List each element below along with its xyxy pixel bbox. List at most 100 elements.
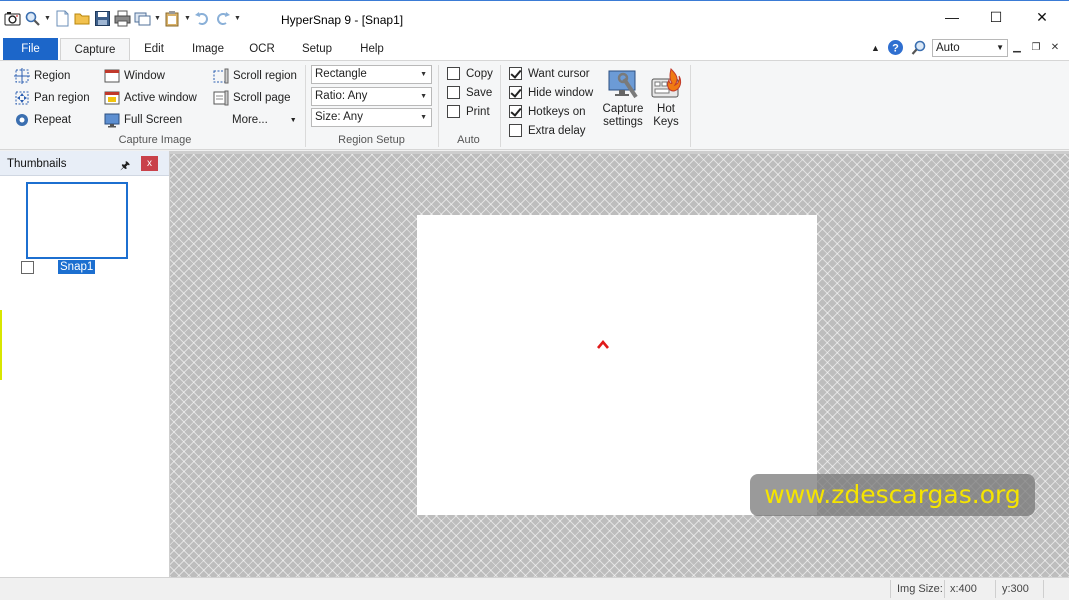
auto-print-checkbox[interactable]: Print bbox=[447, 105, 490, 118]
capture-settings-button[interactable]: Capture settings bbox=[600, 67, 646, 129]
quick-access-toolbar: ▼ ▼ ▼ ▼ bbox=[4, 10, 241, 27]
status-separator bbox=[1043, 580, 1044, 598]
tab-file[interactable]: File bbox=[3, 38, 58, 60]
thumbnail-checkbox[interactable] bbox=[21, 261, 34, 274]
save-icon[interactable] bbox=[94, 10, 111, 27]
region-shape-select[interactable]: Rectangle ▼ bbox=[311, 65, 432, 84]
image-canvas[interactable]: www.zdescargas.org bbox=[170, 151, 1069, 577]
mdi-minimize-icon[interactable]: ▁ bbox=[1010, 41, 1024, 55]
thumbnails-title: Thumbnails bbox=[7, 158, 67, 170]
hotkeys-on-checkbox[interactable]: Hotkeys on bbox=[509, 105, 586, 118]
hide-window-checkbox[interactable]: Hide window bbox=[509, 86, 593, 99]
thumbnail-snap1[interactable] bbox=[26, 182, 128, 259]
repeat-icon bbox=[14, 112, 30, 128]
monitor-icon bbox=[104, 112, 120, 128]
mdi-close-icon[interactable]: ✕ bbox=[1048, 41, 1062, 55]
status-separator bbox=[944, 580, 945, 598]
hot-keys-icon bbox=[649, 67, 683, 101]
hypersnap-camera-icon[interactable] bbox=[4, 10, 21, 27]
extra-delay-box bbox=[509, 124, 522, 137]
status-width: x:400 bbox=[950, 583, 977, 595]
region-ratio-select[interactable]: Ratio: Any ▼ bbox=[311, 87, 432, 106]
active-window-button[interactable]: Active window bbox=[104, 88, 197, 108]
tab-edit[interactable]: Edit bbox=[132, 38, 176, 60]
hotkeys-on-box bbox=[509, 105, 522, 118]
title-bar: ▼ ▼ ▼ ▼ HyperSnap 9 - [Snap1] — ☐ ✕ bbox=[0, 0, 1069, 38]
zoom-select[interactable]: Auto ▼ bbox=[932, 39, 1008, 57]
chevron-down-icon: ▼ bbox=[420, 71, 427, 78]
chevron-down-icon[interactable]: ▼ bbox=[154, 15, 161, 22]
status-separator bbox=[995, 580, 996, 598]
status-separator bbox=[890, 580, 891, 598]
copy-multiple-icon[interactable] bbox=[134, 10, 151, 27]
snapshot-image[interactable] bbox=[417, 215, 817, 515]
magnifier-icon[interactable] bbox=[24, 10, 41, 27]
chevron-down-icon: ▼ bbox=[420, 93, 427, 100]
status-height: y:300 bbox=[1002, 583, 1029, 595]
tab-setup[interactable]: Setup bbox=[294, 38, 340, 60]
chevron-down-icon: ▼ bbox=[996, 43, 1004, 52]
redo-icon[interactable] bbox=[214, 10, 231, 27]
extra-delay-checkbox[interactable]: Extra delay bbox=[509, 124, 586, 137]
cursor-caret-icon bbox=[597, 339, 609, 349]
auto-save-checkbox[interactable]: Save bbox=[447, 86, 492, 99]
full-screen-button[interactable]: Full Screen bbox=[104, 110, 182, 130]
help-icon[interactable]: ? bbox=[887, 39, 904, 59]
tab-capture[interactable]: Capture bbox=[60, 38, 130, 61]
pan-region-button[interactable]: Pan region bbox=[14, 88, 90, 108]
scroll-region-icon bbox=[213, 68, 229, 84]
tab-image[interactable]: Image bbox=[184, 38, 232, 60]
capture-settings-icon bbox=[606, 67, 640, 101]
open-folder-icon[interactable] bbox=[74, 10, 91, 27]
pan-region-icon bbox=[14, 90, 30, 106]
tab-help[interactable]: Help bbox=[350, 38, 394, 60]
group-separator bbox=[438, 65, 439, 147]
want-cursor-checkbox[interactable]: Want cursor bbox=[509, 67, 590, 80]
customize-toolbar-icon[interactable]: ▼ bbox=[234, 15, 241, 22]
tab-ocr[interactable]: OCR bbox=[240, 38, 284, 60]
maximize-button[interactable]: ☐ bbox=[973, 1, 1019, 33]
ribbon-capture: Region Pan region Repeat Window Active w… bbox=[0, 60, 1069, 150]
zoom-magnifier-icon[interactable] bbox=[911, 39, 928, 59]
scroll-region-button[interactable]: Scroll region bbox=[213, 66, 297, 86]
region-button[interactable]: Region bbox=[14, 66, 70, 86]
chevron-down-icon: ▼ bbox=[420, 114, 427, 121]
scroll-page-button[interactable]: Scroll page bbox=[213, 88, 291, 108]
scroll-page-icon bbox=[213, 90, 229, 106]
window-title: HyperSnap 9 - [Snap1] bbox=[281, 13, 404, 27]
more-capture-button[interactable]: More... ▼ bbox=[232, 110, 297, 130]
hot-keys-button[interactable]: Hot Keys bbox=[648, 67, 684, 129]
window-icon bbox=[104, 68, 120, 84]
minimize-button[interactable]: — bbox=[929, 1, 975, 33]
group-separator bbox=[305, 65, 306, 147]
thumbnail-label[interactable]: Snap1 bbox=[58, 260, 96, 274]
pin-icon[interactable]: 🖈 bbox=[120, 157, 130, 176]
region-size-select[interactable]: Size: Any ▼ bbox=[311, 108, 432, 127]
clipboard-icon[interactable] bbox=[164, 10, 181, 27]
hide-window-box bbox=[509, 86, 522, 99]
group-label-capture-image: Capture Image bbox=[118, 134, 192, 146]
group-label-region-setup: Region Setup bbox=[338, 134, 405, 146]
group-separator bbox=[500, 65, 501, 147]
chevron-down-icon[interactable]: ▼ bbox=[44, 15, 51, 22]
region-icon bbox=[14, 68, 30, 84]
close-pane-button[interactable]: x bbox=[141, 156, 158, 171]
collapse-ribbon-icon[interactable]: ▲ bbox=[871, 43, 880, 53]
active-window-icon bbox=[104, 90, 120, 106]
status-img-size-label: Img Size: bbox=[897, 583, 943, 595]
print-icon[interactable] bbox=[114, 10, 131, 27]
thumbnails-pane: Thumbnails 🖈 x Snap1 bbox=[0, 151, 170, 577]
auto-copy-box bbox=[447, 67, 460, 80]
zoom-value: Auto bbox=[936, 42, 960, 54]
new-document-icon[interactable] bbox=[54, 10, 71, 27]
auto-copy-checkbox[interactable]: Copy bbox=[447, 67, 493, 80]
chevron-down-icon[interactable]: ▼ bbox=[184, 15, 191, 22]
svg-text:?: ? bbox=[892, 43, 899, 55]
window-button[interactable]: Window bbox=[104, 66, 165, 86]
want-cursor-box bbox=[509, 67, 522, 80]
mdi-restore-icon[interactable]: ❐ bbox=[1029, 41, 1043, 55]
close-button[interactable]: ✕ bbox=[1019, 1, 1065, 33]
undo-icon[interactable] bbox=[194, 10, 211, 27]
repeat-button[interactable]: Repeat bbox=[14, 110, 71, 130]
auto-save-box bbox=[447, 86, 460, 99]
